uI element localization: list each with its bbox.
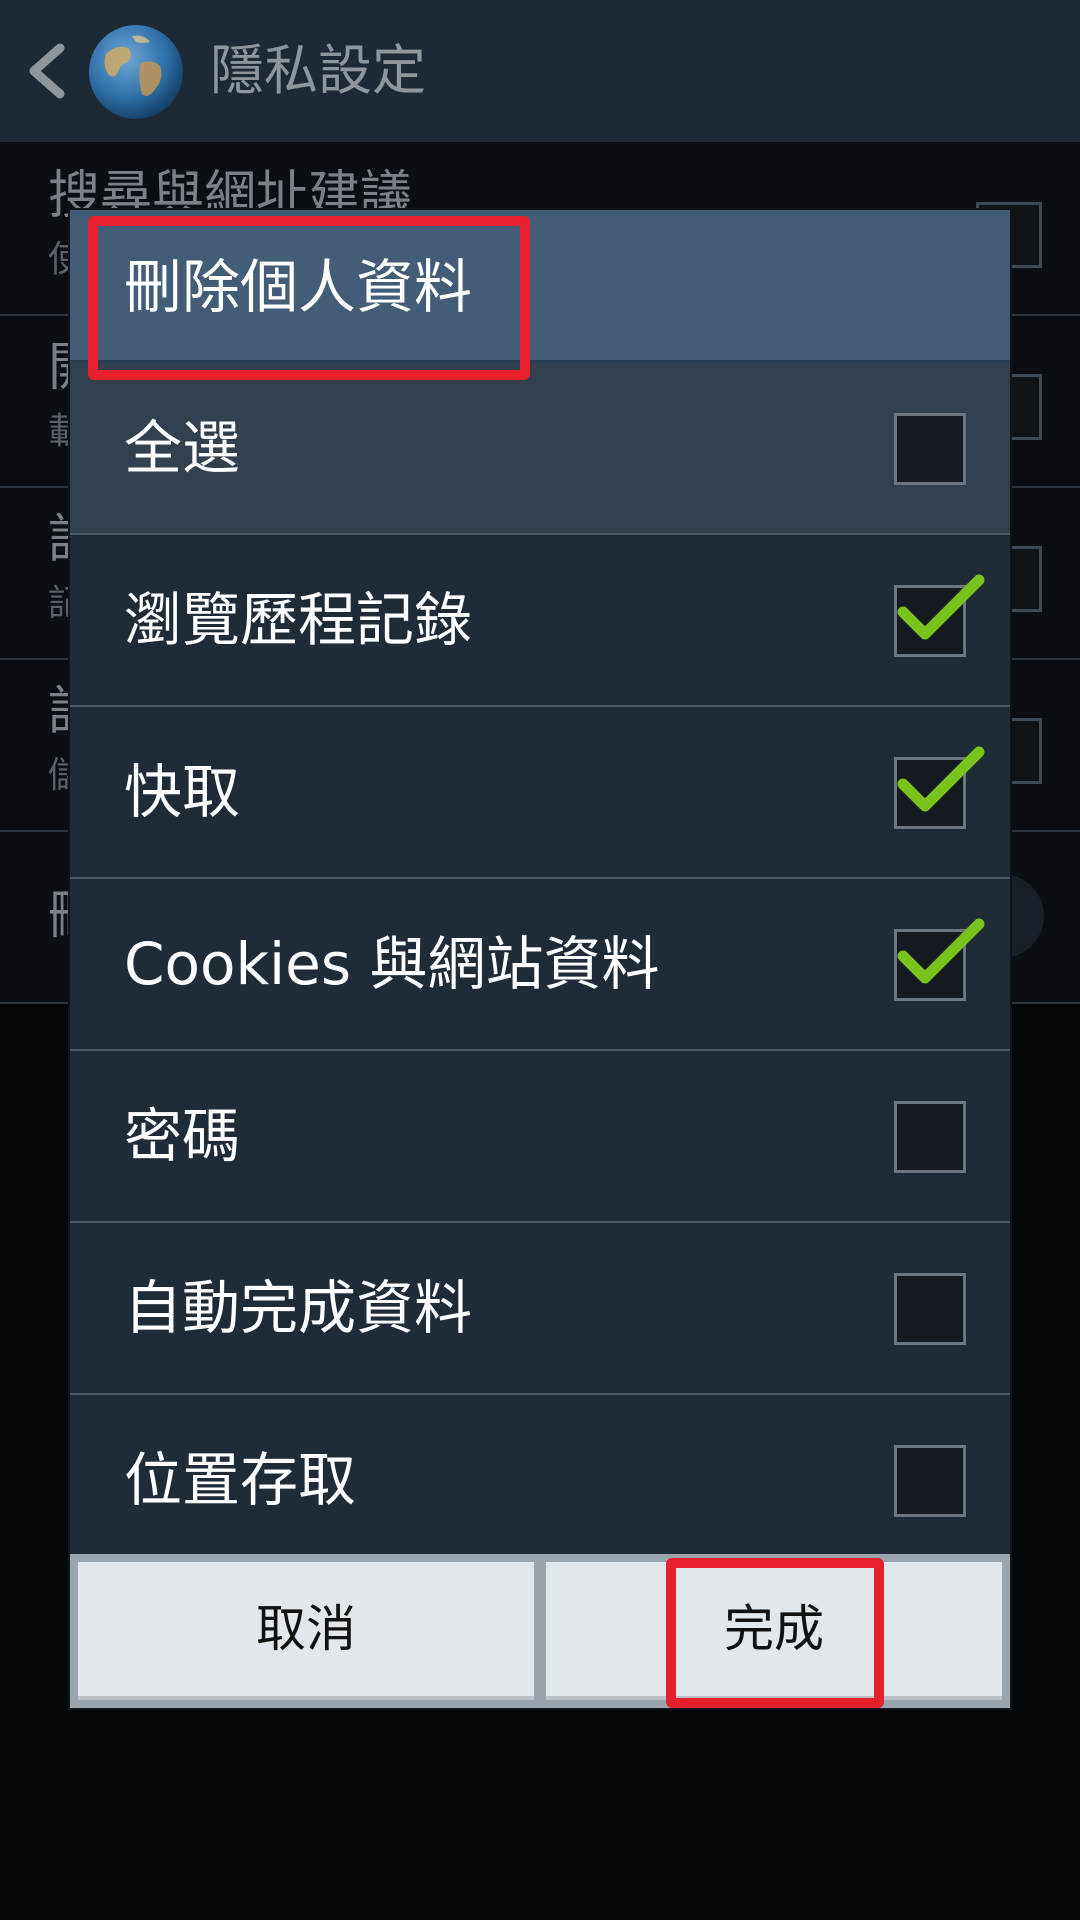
option-label: 位置存取 [124, 1446, 357, 1514]
checkmark-icon [897, 918, 985, 984]
autofill-checkbox[interactable] [894, 1273, 966, 1345]
option-row-passwords[interactable]: 密碼 [70, 1051, 1010, 1223]
chevron-left-icon[interactable] [22, 42, 72, 100]
browsing-history-checkbox[interactable] [894, 574, 985, 657]
select-all-checkbox[interactable] [894, 413, 966, 485]
checkmark-icon [897, 574, 985, 640]
location-access-checkbox[interactable] [894, 1445, 966, 1517]
checkmark-icon [897, 746, 985, 812]
option-row-browsing-history[interactable]: 瀏覽歷程記錄 [70, 535, 1010, 707]
option-row-autofill[interactable]: 自動完成資料 [70, 1223, 1010, 1395]
option-label: 全選 [124, 414, 241, 482]
highlight-done-box [666, 1558, 884, 1708]
action-bar: 隱私設定 [0, 0, 1080, 144]
cancel-button-label: 取消 [256, 1600, 356, 1658]
highlight-title-box [88, 216, 530, 380]
option-label: 瀏覽歷程記錄 [124, 586, 473, 654]
cookies-checkbox[interactable] [894, 918, 985, 1001]
option-row-cookies[interactable]: Cookies 與網站資料 [70, 879, 1010, 1051]
option-row-select-all[interactable]: 全選 [70, 363, 1010, 535]
option-row-location-access[interactable]: 位置存取 [70, 1395, 1010, 1552]
passwords-checkbox[interactable] [894, 1101, 966, 1173]
delete-personal-data-dialog: 刪除個人資料 全選 瀏覽歷程記錄 快取 Cookies 與網站資料 密碼 自動完… [70, 210, 1010, 1708]
cancel-button[interactable]: 取消 [78, 1562, 534, 1700]
option-label: Cookies 與網站資料 [124, 930, 660, 998]
option-label: 快取 [124, 758, 241, 826]
page-title: 隱私設定 [210, 39, 426, 102]
option-row-cache[interactable]: 快取 [70, 707, 1010, 879]
option-label: 密碼 [124, 1102, 241, 1170]
option-label: 自動完成資料 [124, 1274, 473, 1342]
globe-icon [89, 25, 183, 119]
screen: 隱私設定 搜尋與網址建議 使 開 載 記 記 記 儲 刪 刪 [0, 0, 1080, 1920]
cache-checkbox[interactable] [894, 746, 985, 829]
